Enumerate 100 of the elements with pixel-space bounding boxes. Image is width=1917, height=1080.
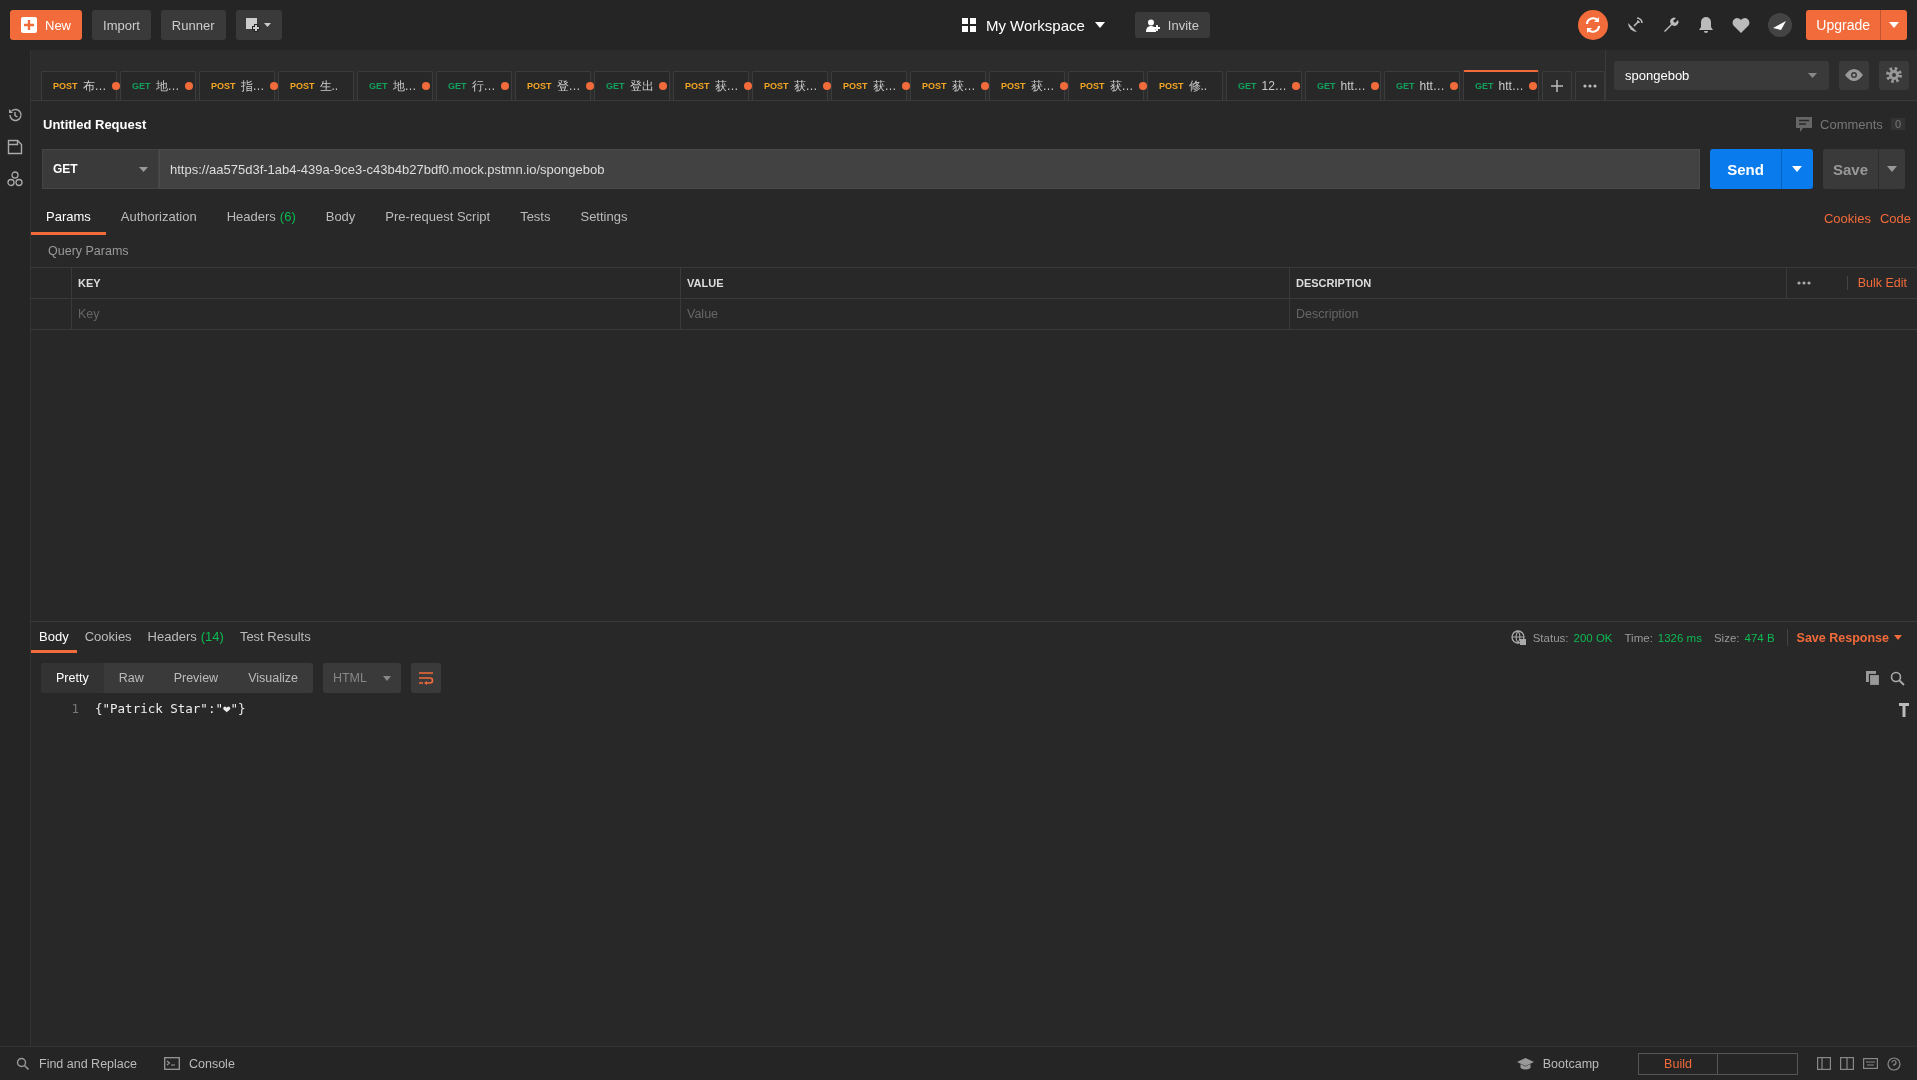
response-tab[interactable]: Headers (14) [139, 622, 232, 653]
eye-button[interactable] [1839, 60, 1869, 90]
param-field[interactable]: Key [72, 299, 681, 329]
request-tab[interactable]: POST 获… [989, 71, 1065, 100]
request-tab[interactable]: Params [31, 201, 106, 235]
tab-title: 获… [1030, 77, 1055, 95]
apis-icon[interactable] [7, 171, 23, 187]
view-mode-button[interactable]: Visualize [233, 663, 313, 693]
method-label: GET [1475, 81, 1494, 91]
runner-button[interactable]: Runner [160, 10, 226, 40]
request-tab[interactable]: POST 获… [831, 71, 907, 100]
request-tab[interactable]: GET htt… [1305, 71, 1381, 100]
wrap-button[interactable] [411, 663, 441, 693]
add-tab-button[interactable] [1542, 71, 1572, 100]
save-response-dropdown[interactable]: Save Response [1796, 622, 1909, 653]
request-tab[interactable]: Headers (6) [211, 201, 311, 235]
request-tab[interactable]: Tests [505, 201, 566, 235]
copy-icon[interactable] [1866, 670, 1880, 686]
save-button[interactable]: Save [1822, 149, 1905, 189]
request-tab[interactable]: GET 行… [436, 71, 512, 100]
request-tab[interactable]: Authorization [105, 201, 212, 235]
comment-icon[interactable] [1796, 116, 1812, 132]
tab-title: 地… [155, 77, 180, 95]
link[interactable]: Cookies [1823, 201, 1871, 235]
tab-title: htt… [1419, 79, 1445, 93]
layout-icon[interactable] [1840, 1057, 1854, 1070]
request-tab[interactable]: GET 12… [1226, 71, 1302, 100]
environment-dropdown[interactable]: spongebob [1614, 60, 1829, 90]
avatar-icon[interactable] [1768, 13, 1793, 37]
request-tab[interactable]: Settings [565, 201, 643, 235]
find-replace-button[interactable]: Find and Replace [39, 1056, 137, 1071]
request-tab[interactable]: GET 登出 [594, 71, 670, 100]
response-tab[interactable]: Cookies [76, 622, 140, 653]
request-tab[interactable]: POST 修.. [1147, 71, 1223, 100]
bell-icon[interactable] [1698, 16, 1715, 34]
request-tab[interactable]: GET htt… [1384, 71, 1460, 100]
invite-button[interactable]: Invite [1134, 12, 1210, 38]
view-mode-button[interactable]: Preview [158, 663, 234, 693]
method-dropdown[interactable]: GET [42, 149, 159, 189]
bulk-edit-link[interactable]: Bulk Edit [1846, 276, 1907, 290]
heart-icon[interactable] [1732, 17, 1751, 33]
request-tab[interactable]: POST 登… [515, 71, 591, 100]
sync-icon[interactable] [1578, 10, 1609, 40]
request-tab[interactable]: POST 获… [673, 71, 749, 100]
keyboard-icon[interactable] [1863, 1058, 1878, 1069]
history-icon[interactable] [7, 107, 23, 123]
param-field[interactable]: Description [1290, 299, 1917, 329]
link[interactable]: Code [1879, 201, 1911, 235]
build-tab[interactable]: Build [1638, 1052, 1718, 1075]
request-tab[interactable]: POST 生.. [278, 71, 354, 100]
request-tab[interactable]: Body [310, 201, 371, 235]
workspace-dropdown[interactable]: My Workspace [955, 15, 1111, 35]
console-icon[interactable] [164, 1057, 180, 1070]
request-tab[interactable]: POST 获… [910, 71, 986, 100]
time-value: 1326 ms [1657, 630, 1702, 646]
eye-icon [1845, 69, 1863, 81]
size-value: 474 B [1744, 630, 1775, 646]
tab-title: htt… [1340, 79, 1366, 93]
caret-icon [1792, 166, 1803, 172]
tab-title: 修.. [1188, 77, 1209, 95]
view-mode-button[interactable]: Pretty [41, 663, 104, 693]
search-icon[interactable] [1890, 670, 1905, 686]
request-tab[interactable]: POST 布… [41, 71, 117, 100]
response-tab[interactable]: Body [31, 622, 77, 653]
import-button[interactable]: Import [92, 10, 151, 40]
more-icon[interactable] [1797, 281, 1811, 285]
plus-icon [1551, 80, 1563, 92]
search-icon[interactable] [16, 1056, 30, 1071]
request-tab[interactable]: POST 获… [752, 71, 828, 100]
method-label: GET [369, 81, 388, 91]
tab-title: 获… [793, 77, 818, 95]
satellite-icon[interactable] [1626, 16, 1645, 34]
request-tab[interactable]: Pre-request Script [370, 201, 506, 235]
request-tab[interactable]: POST 指… [199, 71, 275, 100]
view-mode-button[interactable]: Raw [103, 663, 159, 693]
tab-title: 获… [1109, 77, 1134, 95]
bootcamp-button[interactable]: Bootcamp [1542, 1056, 1599, 1071]
layout-icon[interactable] [1817, 1057, 1831, 1070]
method-label: GET [606, 81, 625, 91]
param-field[interactable]: Value [681, 299, 1290, 329]
more-button[interactable] [1575, 71, 1605, 100]
request-tab[interactable]: GET 地… [357, 71, 433, 100]
response-tab[interactable]: Test Results [231, 622, 319, 653]
url-field[interactable]: https://aa575d3f-1ab4-439a-9ce3-c43b4b27bdf0.mock.pstmn.io/spongebob [159, 149, 1701, 189]
graduation-cap-icon[interactable] [1516, 1057, 1534, 1070]
console-button[interactable]: Console [189, 1056, 235, 1071]
add-user-icon [1145, 18, 1160, 32]
method-label: POST [1080, 81, 1105, 91]
globe-icon[interactable] [1510, 630, 1526, 645]
request-tab[interactable]: GET htt… [1463, 70, 1539, 100]
request-tab[interactable]: GET 地… [120, 71, 196, 100]
send-button[interactable]: Send [1710, 149, 1813, 189]
new-window-button[interactable] [235, 10, 282, 40]
tab-title: 12… [1261, 79, 1287, 93]
settings-button[interactable] [1879, 60, 1909, 90]
wrench-icon[interactable] [1662, 16, 1681, 34]
request-tab[interactable]: POST 获… [1068, 71, 1144, 100]
plus-icon [21, 17, 37, 33]
help-icon[interactable] [1887, 1056, 1901, 1071]
folder-icon[interactable] [7, 139, 23, 155]
